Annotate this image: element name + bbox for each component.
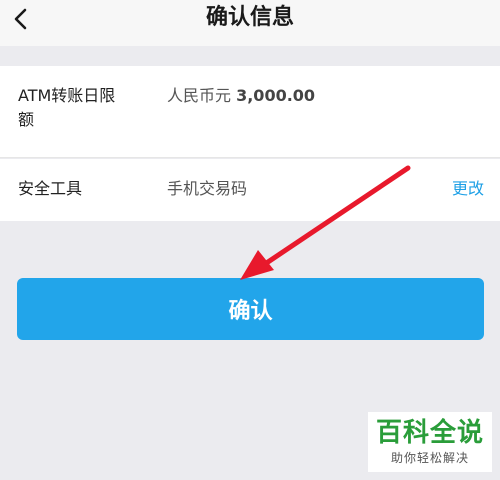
change-link[interactable]: 更改 [452, 177, 484, 201]
security-tool-row: 安全工具 手机交易码 更改 [0, 159, 500, 221]
transfer-limit-label: ATM转账日限额 [18, 86, 116, 129]
transfer-limit-value: 人民币元 3,000.00 [167, 84, 315, 108]
limit-amount: 3,000.00 [236, 86, 316, 105]
navigation-bar: 确认信息 [0, 0, 500, 46]
currency-label: 人民币元 [167, 86, 237, 105]
arrow-head [240, 250, 274, 280]
transfer-limit-row: ATM转账日限额 人民币元 3,000.00 [0, 66, 500, 158]
security-tool-label: 安全工具 [18, 179, 83, 198]
page-title: 确认信息 [205, 5, 294, 30]
watermark-sub-text: 助你轻松解决 [390, 451, 469, 465]
security-tool-value: 手机交易码 [167, 179, 248, 198]
confirm-button[interactable]: 确认 [17, 278, 484, 340]
watermark-logo: 百科全说 助你轻松解决 [368, 412, 492, 472]
watermark-main-text: 百科全说 [375, 418, 484, 448]
